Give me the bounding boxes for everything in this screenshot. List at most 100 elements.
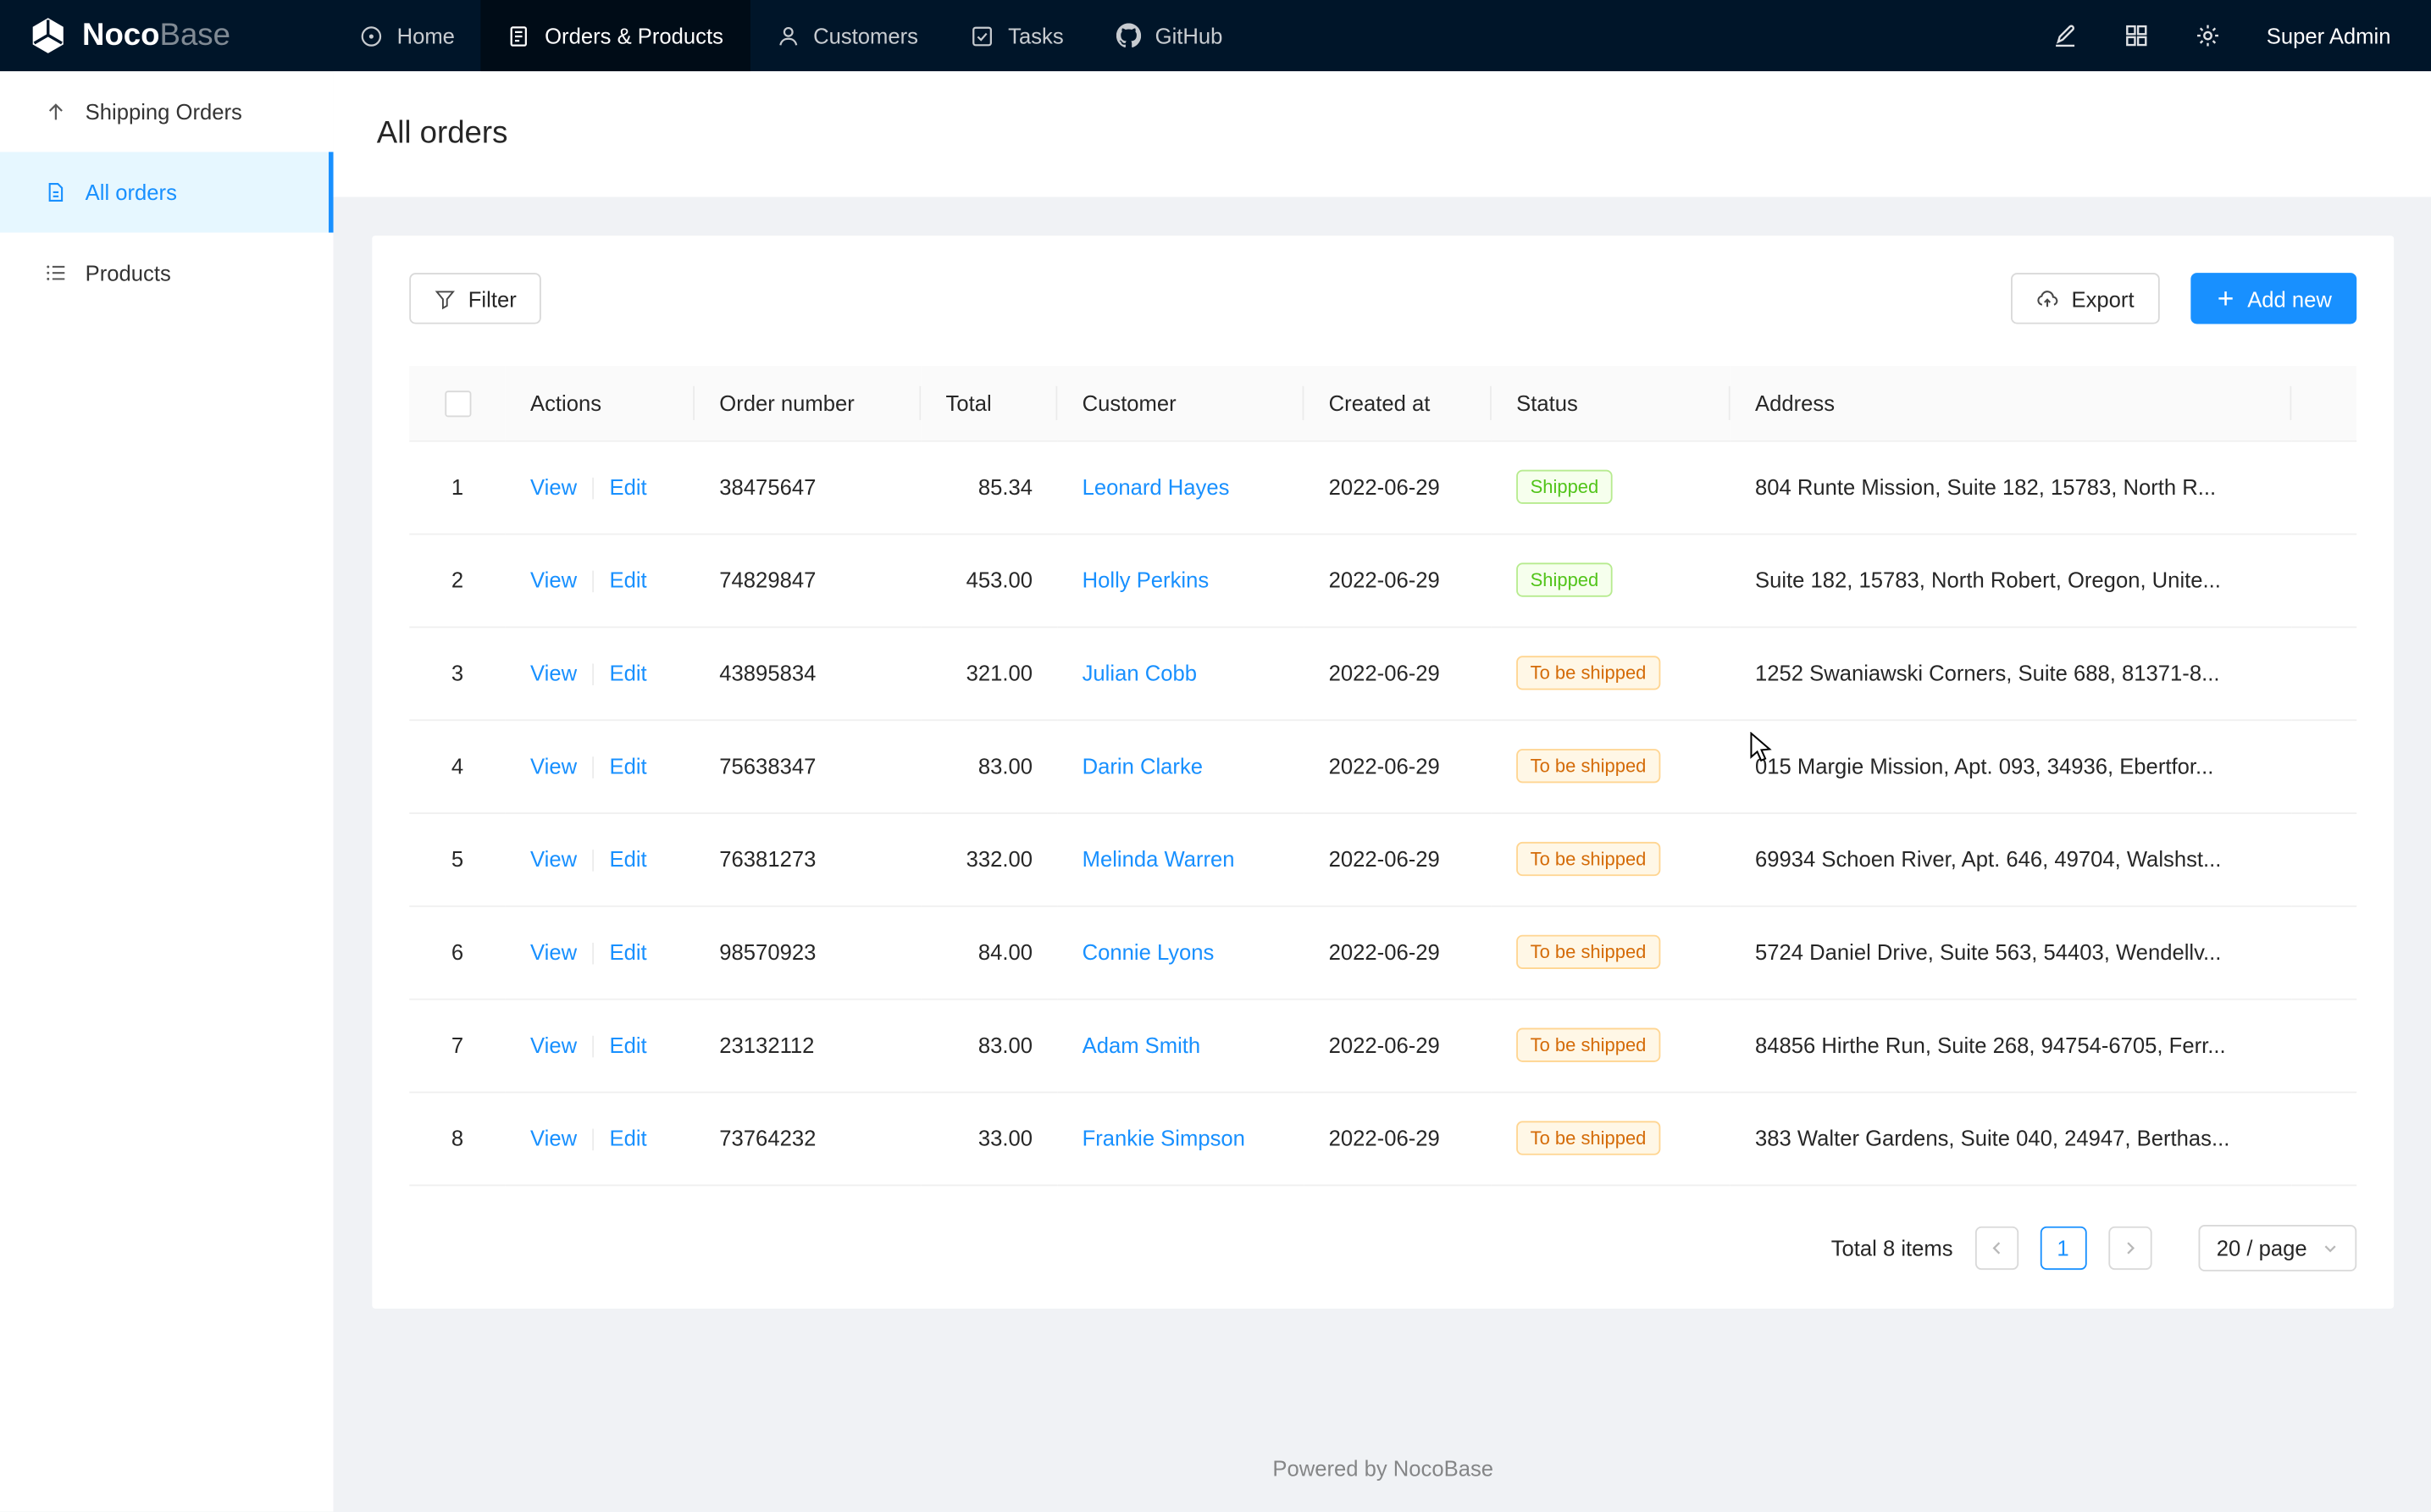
edit-link[interactable]: Edit	[610, 568, 647, 592]
highlighter-icon[interactable]	[2052, 23, 2077, 47]
created-at-cell: 2022-06-29	[1304, 534, 1491, 627]
divider	[592, 1129, 594, 1151]
nav-orders-products-label: Orders & Products	[545, 23, 723, 47]
created-at-cell: 2022-06-29	[1304, 906, 1491, 999]
plus-icon	[2215, 288, 2235, 308]
divider	[592, 479, 594, 501]
status-badge: To be shipped	[1516, 1122, 1660, 1155]
view-link[interactable]: View	[530, 1126, 577, 1150]
table-row: 5 View Edit 76381273 332.00 Melinda Warre…	[409, 813, 2356, 906]
view-link[interactable]: View	[530, 474, 577, 499]
nav-tasks[interactable]: Tasks	[944, 0, 1090, 71]
total-cell: 332.00	[921, 813, 1057, 906]
next-page-button[interactable]	[2108, 1226, 2151, 1269]
view-link[interactable]: View	[530, 847, 577, 872]
row-index-cell: 4	[409, 720, 505, 813]
nav-customers[interactable]: Customers	[750, 0, 944, 71]
nav-github[interactable]: GitHub	[1090, 0, 1249, 71]
order-number-cell: 43895834	[695, 627, 921, 720]
sidebar-item-all-orders[interactable]: All orders	[0, 152, 334, 232]
edit-link[interactable]: Edit	[610, 474, 647, 499]
view-link[interactable]: View	[530, 568, 577, 592]
created-at-cell: 2022-06-29	[1304, 1092, 1491, 1185]
app-root: NocoBase Home Orders & Products Customer…	[0, 0, 2431, 1512]
nocobase-logo[interactable]: NocoBase	[0, 15, 334, 56]
view-link[interactable]: View	[530, 939, 577, 964]
topbar: NocoBase Home Orders & Products Customer…	[0, 0, 2431, 71]
total-cell: 83.00	[921, 720, 1057, 813]
export-button[interactable]: Export	[2011, 273, 2159, 324]
apps-grid-icon[interactable]	[2124, 23, 2148, 47]
view-link[interactable]: View	[530, 1033, 577, 1057]
customer-link[interactable]: Holly Perkins	[1083, 568, 1210, 592]
divider	[592, 757, 594, 779]
order-number-cell: 74829847	[695, 534, 921, 627]
nav-home-label: Home	[397, 23, 455, 47]
created-at-cell: 2022-06-29	[1304, 440, 1491, 534]
row-index-cell: 5	[409, 813, 505, 906]
cloud-export-icon	[2035, 287, 2058, 310]
orders-table: Actions Order number Total Customer Crea…	[409, 366, 2356, 1186]
toolbar-right: Export Add new	[2011, 273, 2356, 324]
nav-orders-products[interactable]: Orders & Products	[481, 0, 750, 71]
github-icon	[1116, 23, 1141, 47]
page-1-button[interactable]: 1	[2040, 1226, 2086, 1269]
edit-link[interactable]: Edit	[610, 847, 647, 872]
order-file-icon	[45, 181, 67, 203]
edit-link[interactable]: Edit	[610, 661, 647, 685]
table-row: 4 ViewEdit 75638347 83.00 Darin Clarke 2…	[409, 720, 2356, 813]
total-cell: 453.00	[921, 534, 1057, 627]
list-icon	[45, 262, 67, 284]
top-navigation: Home Orders & Products Customers Tasks	[334, 0, 1249, 71]
page-header: All orders	[334, 71, 2431, 197]
sidebar-item-shipping-orders[interactable]: Shipping Orders	[0, 71, 334, 152]
user-menu[interactable]: Super Admin	[2267, 23, 2391, 47]
row-index-cell: 2	[409, 534, 505, 627]
column-header-address: Address	[1730, 366, 2292, 440]
order-number-cell: 76381273	[695, 813, 921, 906]
select-all-checkbox[interactable]	[444, 390, 470, 417]
prev-page-button[interactable]	[1974, 1226, 2018, 1269]
view-link[interactable]: View	[530, 661, 577, 685]
edit-link[interactable]: Edit	[610, 754, 647, 778]
total-cell: 83.00	[921, 999, 1057, 1092]
table-toolbar: Filter Export Add	[409, 273, 2356, 324]
nav-home[interactable]: Home	[334, 0, 482, 71]
pagination-total: Total 8 items	[1831, 1235, 1953, 1260]
home-icon	[360, 24, 383, 47]
order-number-cell: 73764232	[695, 1092, 921, 1185]
edit-link[interactable]: Edit	[610, 1126, 647, 1150]
view-link[interactable]: View	[530, 754, 577, 778]
divider	[592, 664, 594, 686]
divider	[592, 944, 594, 966]
page-size-select[interactable]: 20 / page	[2198, 1225, 2356, 1271]
tasks-icon	[971, 24, 994, 47]
customer-link[interactable]: Leonard Hayes	[1083, 475, 1230, 500]
customer-link[interactable]: Darin Clarke	[1083, 754, 1203, 778]
edit-link[interactable]: Edit	[610, 1033, 647, 1057]
status-badge: To be shipped	[1516, 750, 1660, 784]
sidebar-item-products[interactable]: Products	[0, 233, 334, 313]
pagination: Total 8 items 1 20 / page	[409, 1225, 2356, 1271]
edit-link[interactable]: Edit	[610, 939, 647, 964]
status-badge: To be shipped	[1516, 842, 1660, 876]
address-cell: 84856 Hirthe Run, Suite 268, 94754-6705,…	[1730, 999, 2292, 1092]
status-badge: To be shipped	[1516, 1028, 1660, 1062]
status-badge: Shipped	[1516, 563, 1613, 597]
customer-link[interactable]: Adam Smith	[1083, 1033, 1201, 1058]
customer-link[interactable]: Julian Cobb	[1083, 661, 1197, 685]
total-cell: 33.00	[921, 1092, 1057, 1185]
nav-tasks-label: Tasks	[1008, 23, 1064, 47]
sidebar: Shipping Orders All orders Products	[0, 71, 334, 1511]
filter-button[interactable]: Filter	[409, 273, 541, 324]
address-cell: 1252 Swaniawski Corners, Suite 688, 8137…	[1730, 627, 2292, 720]
customer-link[interactable]: Melinda Warren	[1083, 847, 1235, 872]
column-header-customer: Customer	[1057, 366, 1304, 440]
column-header-total: Total	[921, 366, 1057, 440]
gear-icon[interactable]	[2196, 23, 2220, 47]
customer-link[interactable]: Connie Lyons	[1083, 940, 1215, 965]
customer-link[interactable]: Frankie Simpson	[1083, 1126, 1245, 1150]
add-new-button[interactable]: Add new	[2190, 273, 2356, 324]
table-row: 6 ViewEdit 98570923 84.00 Connie Lyons 2…	[409, 906, 2356, 999]
column-header-spacer	[2291, 366, 2356, 440]
